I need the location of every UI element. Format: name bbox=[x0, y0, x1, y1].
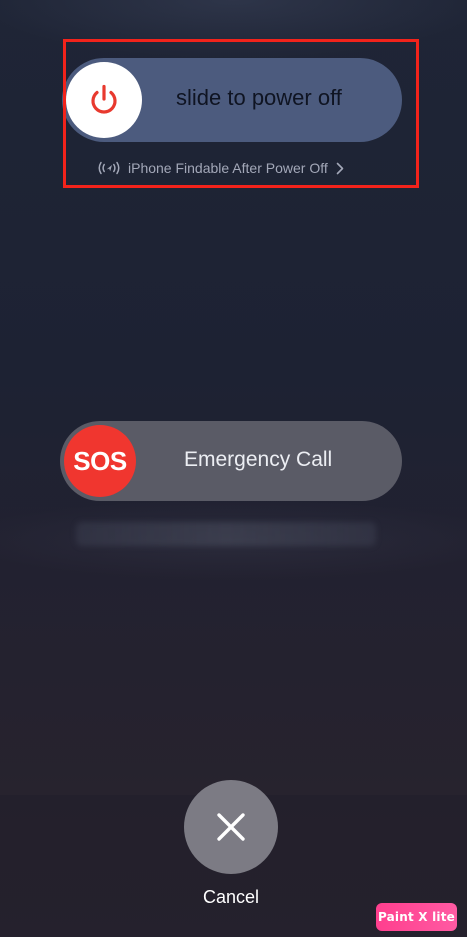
sos-knob[interactable]: SOS bbox=[64, 425, 136, 497]
close-icon bbox=[217, 813, 245, 841]
annotation-highlight-box bbox=[63, 39, 419, 188]
emergency-sos-slider[interactable]: SOS Emergency Call bbox=[60, 421, 402, 501]
blurred-background-text bbox=[76, 522, 376, 546]
cancel-button[interactable] bbox=[184, 780, 278, 874]
emergency-call-label: Emergency Call bbox=[184, 448, 333, 471]
cancel-label: Cancel bbox=[202, 887, 260, 907]
paint-x-lite-watermark: Paint X lite bbox=[376, 903, 457, 931]
